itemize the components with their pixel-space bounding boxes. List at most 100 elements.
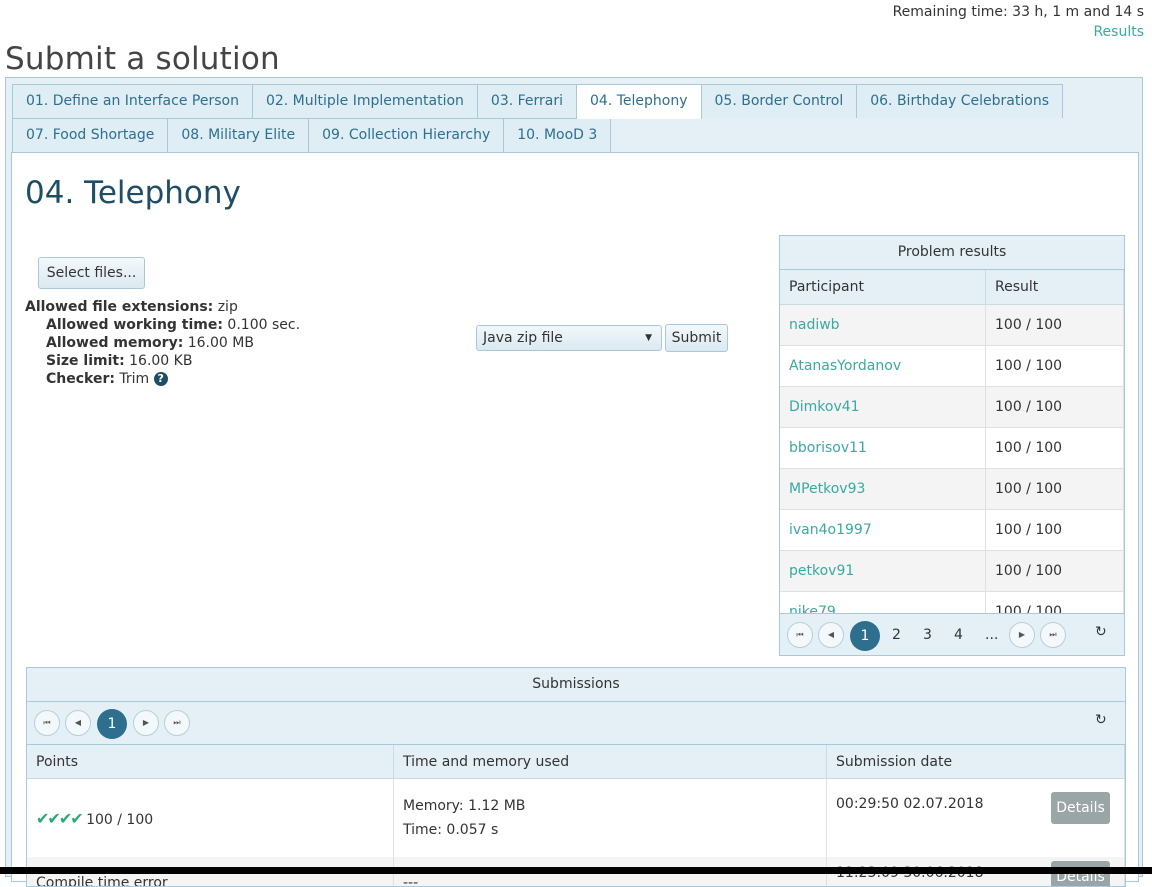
working-time-label: Allowed working time:: [46, 317, 223, 333]
prev-page-icon[interactable]: ◀: [65, 710, 91, 736]
tab-06-birthday-celebrations[interactable]: 06. Birthday Celebrations: [856, 84, 1063, 118]
language-select-value: Java zip file: [483, 330, 563, 346]
results-page-1[interactable]: 1: [850, 621, 880, 651]
participant-link[interactable]: bborisov11: [789, 440, 867, 456]
first-page-icon[interactable]: ⏮: [787, 622, 813, 648]
remaining-time: Remaining time: 33 h, 1 m and 14 s: [892, 4, 1144, 20]
tab-09-collection-hierarchy[interactable]: 09. Collection Hierarchy: [308, 118, 505, 152]
problem-panel: 04. Telephony Select files... Allowed fi…: [11, 152, 1139, 887]
memory-used: ---: [403, 875, 419, 887]
submissions-grid: Submissions ⏮ ◀ 1 ▶ ⏭ ↻ Points Time and …: [26, 667, 1126, 887]
submission-date: 00:29:50 02.07.2018: [836, 796, 984, 812]
table-row: Dimkov41 100 / 100: [780, 386, 1124, 428]
tab-07-food-shortage[interactable]: 07. Food Shortage: [12, 118, 169, 152]
checker-label: Checker:: [46, 371, 115, 387]
participant-cell: nadiwb: [780, 304, 986, 346]
memory-used: Memory: 1.12 MB: [403, 798, 526, 814]
help-icon[interactable]: ?: [153, 372, 168, 386]
problem-tabs: 01. Define an Interface Person 02. Multip…: [12, 84, 1136, 152]
tab-02-multiple-implementation[interactable]: 02. Multiple Implementation: [251, 84, 478, 118]
details-button[interactable]: Details: [1051, 792, 1110, 824]
extensions-label: Allowed file extensions:: [25, 299, 214, 315]
table-row: ✔✔✔✔ 100 / 100 Memory: 1.12 MB Time: 0.0…: [27, 778, 1125, 857]
size-limit-value: 16.00 KB: [124, 353, 193, 369]
participant-link[interactable]: ivan4o1997: [789, 522, 872, 538]
tab-03-ferrari[interactable]: 03. Ferrari: [476, 84, 578, 118]
result-cell: 100 / 100: [985, 550, 1124, 592]
result-cell: 100 / 100: [985, 304, 1124, 346]
column-header-participant[interactable]: Participant: [780, 270, 986, 305]
participant-link[interactable]: nadiwb: [789, 317, 840, 333]
results-page-2[interactable]: 2: [892, 622, 901, 648]
column-header-result[interactable]: Result: [985, 270, 1124, 305]
table-row: petkov91 100 / 100: [780, 550, 1124, 592]
participant-cell: petkov91: [780, 550, 986, 592]
refresh-icon[interactable]: ↻: [1095, 624, 1107, 640]
submissions-page-1[interactable]: 1: [97, 709, 127, 739]
tab-08-military-elite[interactable]: 08. Military Elite: [167, 118, 310, 152]
tab-row-1: 01. Define an Interface Person 02. Multip…: [12, 84, 1136, 119]
results-page-4[interactable]: 4: [954, 622, 963, 648]
column-header-time-memory[interactable]: Time and memory used: [393, 745, 827, 779]
screen-bottom-edge: [0, 867, 1152, 874]
prev-page-icon[interactable]: ◀: [818, 622, 844, 648]
submissions-table: Points Time and memory used Submission d…: [27, 745, 1125, 887]
time-used: Time: 0.057 s: [403, 822, 499, 838]
result-cell: 100 / 100: [985, 427, 1124, 469]
working-time-value: 0.100 sec.: [222, 317, 301, 333]
table-row: MPetkov93 100 / 100: [780, 468, 1124, 510]
participant-link[interactable]: AtanasYordanov: [789, 358, 901, 374]
test-checks-icon: ✔✔✔✔: [36, 808, 84, 828]
last-page-icon[interactable]: ⏭: [1040, 622, 1066, 648]
problem-title: 04. Telephony: [25, 175, 241, 211]
chevron-down-icon: ▼: [645, 333, 652, 343]
details-button[interactable]: Details: [1051, 861, 1110, 886]
results-pager: ⏮ ◀ 1 2 3 4 ... ▶ ⏭ ↻: [780, 613, 1124, 655]
next-page-icon[interactable]: ▶: [133, 710, 159, 736]
refresh-icon[interactable]: ↻: [1095, 712, 1107, 728]
problem-results-title: Problem results: [780, 236, 1124, 270]
results-page-ellipsis[interactable]: ...: [985, 622, 998, 648]
size-limit-label: Size limit:: [46, 353, 125, 369]
results-link[interactable]: Results: [1093, 24, 1144, 40]
time-memory-cell: Memory: 1.12 MB Time: 0.057 s: [393, 778, 827, 857]
points-value: 100 / 100: [86, 811, 154, 828]
participant-link[interactable]: Dimkov41: [789, 399, 860, 415]
table-row: bborisov11 100 / 100: [780, 427, 1124, 469]
column-header-points[interactable]: Points: [27, 745, 394, 779]
column-header-submission-date[interactable]: Submission date: [826, 745, 1125, 779]
result-cell: 100 / 100: [985, 509, 1124, 551]
first-page-icon[interactable]: ⏮: [34, 710, 60, 736]
result-cell: 100 / 100: [985, 468, 1124, 510]
results-page-3[interactable]: 3: [923, 622, 932, 648]
table-row: AtanasYordanov 100 / 100: [780, 345, 1124, 387]
tab-05-border-control[interactable]: 05. Border Control: [700, 84, 858, 118]
submissions-title: Submissions: [27, 668, 1125, 702]
problems-frame: 01. Define an Interface Person 02. Multip…: [5, 77, 1143, 887]
participant-link[interactable]: MPetkov93: [789, 481, 865, 497]
participant-cell: bborisov11: [780, 427, 986, 469]
tab-10-mood-3[interactable]: 10. MooD 3: [503, 118, 612, 152]
tab-01-define-an-interface-person[interactable]: 01. Define an Interface Person: [12, 84, 253, 118]
problem-info: Allowed file extensions: zip Allowed wor…: [25, 298, 300, 388]
submission-date-cell: 00:29:50 02.07.2018 Details: [826, 778, 1125, 857]
next-page-icon[interactable]: ▶: [1009, 622, 1035, 648]
tab-04-telephony[interactable]: 04. Telephony: [576, 84, 702, 119]
points-value: Compile time error: [36, 875, 168, 887]
problem-results-table: Participant Result nadiwb 100 / 100 Atanas…: [780, 270, 1124, 633]
participant-cell: Dimkov41: [780, 386, 986, 428]
problem-results-grid: Problem results Participant Result nadiw…: [779, 235, 1125, 656]
participant-cell: AtanasYordanov: [780, 345, 986, 387]
table-row: nadiwb 100 / 100: [780, 304, 1124, 346]
page-title: Submit a solution: [5, 40, 280, 77]
last-page-icon[interactable]: ⏭: [164, 710, 190, 736]
points-cell: ✔✔✔✔ 100 / 100: [27, 778, 394, 857]
language-select[interactable]: Java zip file ▼: [476, 325, 662, 351]
submissions-pager: ⏮ ◀ 1 ▶ ⏭ ↻: [27, 702, 1125, 745]
participant-link[interactable]: petkov91: [789, 563, 854, 579]
extensions-value: zip: [213, 299, 238, 315]
tab-row-2: 07. Food Shortage 08. Military Elite 09. C…: [12, 118, 1136, 152]
submit-button[interactable]: Submit: [665, 324, 728, 352]
select-files-button[interactable]: Select files...: [38, 257, 145, 289]
memory-value: 16.00 MB: [183, 335, 254, 351]
